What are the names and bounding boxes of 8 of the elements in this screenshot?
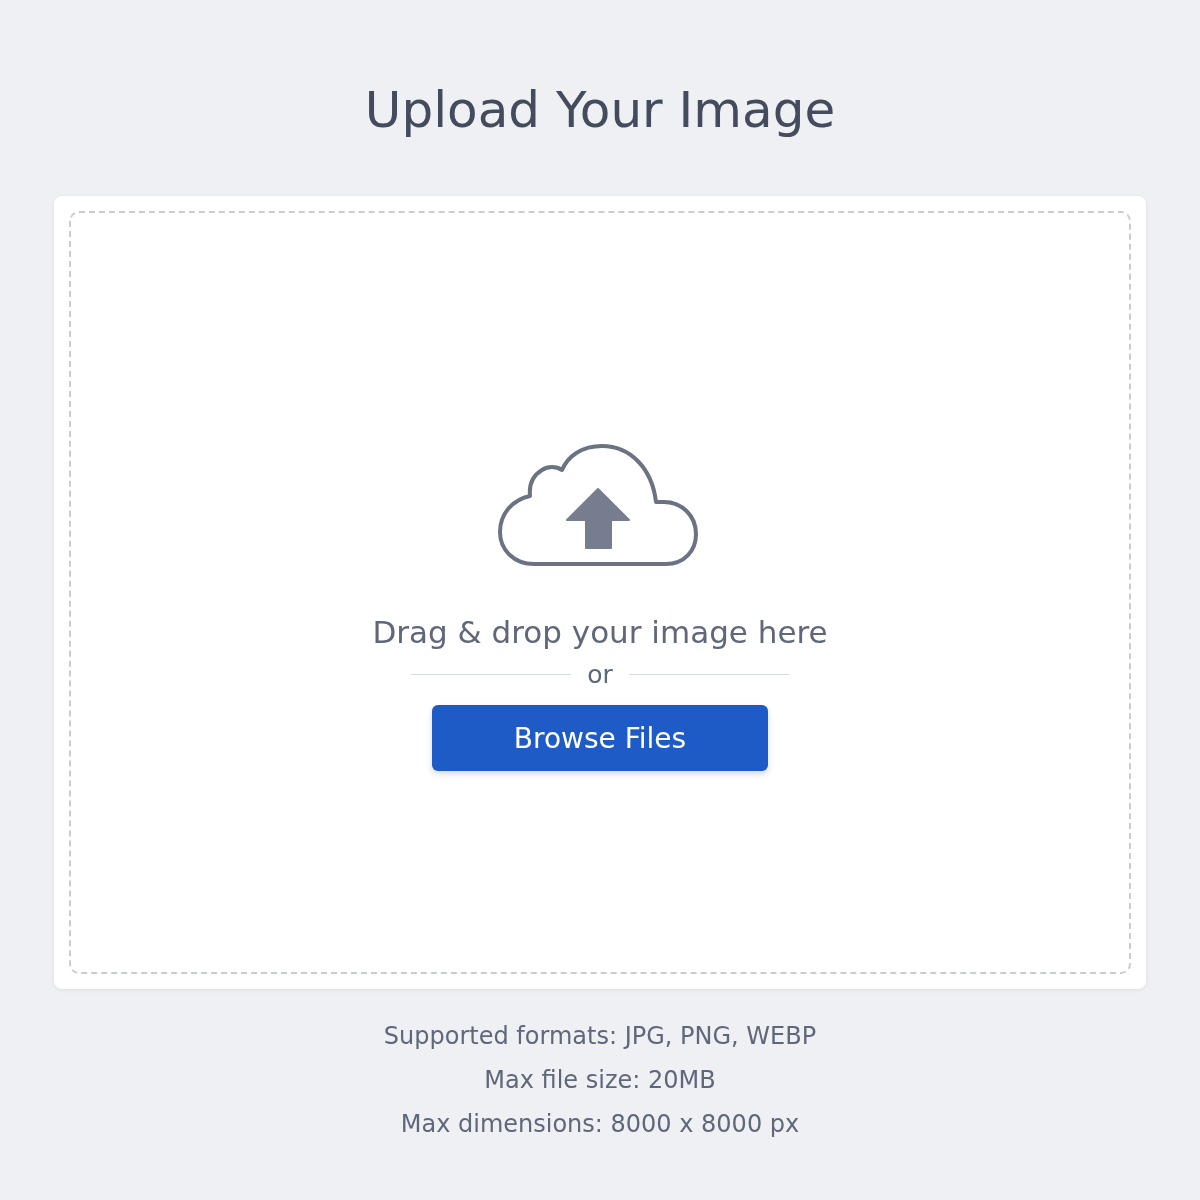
info-text: Supported formats: JPG, PNG, WEBP <box>383 1021 817 1051</box>
browse-button[interactable]: Browse Files <box>432 705 768 771</box>
page-title: Upload Your Image <box>364 80 836 141</box>
separator-text: or <box>587 660 613 689</box>
drop-prompt: Drag & drop your image here <box>372 614 828 650</box>
drop-zone[interactable]: Drag & drop your image here or Browse Files <box>69 211 1131 974</box>
info-text: Max file size: 20MB <box>484 1065 716 1095</box>
info-text: Max dimensions: 8000 x 8000 px <box>400 1109 800 1139</box>
